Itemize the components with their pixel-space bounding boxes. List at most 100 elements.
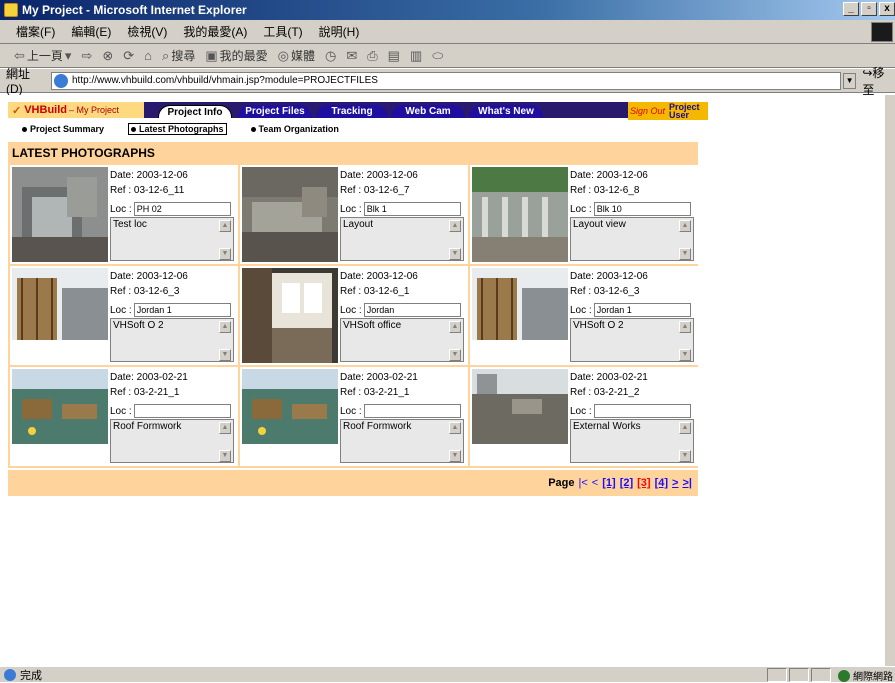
subnav-project-summary[interactable]: Project Summary <box>22 123 104 135</box>
textarea-scrollbar[interactable]: ▲ ▼ <box>679 220 691 260</box>
menu-edit[interactable]: 編輯(E) <box>69 22 113 41</box>
signout-link[interactable]: Sign Out <box>630 106 665 116</box>
loc-input[interactable] <box>593 404 691 418</box>
user-link[interactable]: User <box>669 111 700 120</box>
photo-description-textarea[interactable]: Layout view ▲ ▼ <box>570 217 694 261</box>
textarea-scrollbar[interactable]: ▲ ▼ <box>449 422 461 462</box>
mail-icon[interactable]: ✉ <box>346 48 357 64</box>
scroll-down-icon[interactable]: ▼ <box>449 248 461 260</box>
textarea-scrollbar[interactable]: ▲ ▼ <box>219 220 231 260</box>
photo-description-textarea[interactable]: Layout ▲ ▼ <box>340 217 464 261</box>
photo-thumbnail[interactable] <box>12 268 108 363</box>
subnav-team-organization[interactable]: Team Organization <box>250 123 339 135</box>
photo-description-textarea[interactable]: VHSoft O 2 ▲ ▼ <box>570 318 694 362</box>
tab-project-files[interactable]: Project Files <box>238 105 312 118</box>
last-page-link[interactable]: >| <box>682 477 692 489</box>
scroll-down-icon[interactable]: ▼ <box>219 450 231 462</box>
history-icon[interactable]: ◷ <box>325 48 336 64</box>
media-button[interactable]: ◎ 媒體 <box>278 47 315 64</box>
home-icon[interactable]: ⌂ <box>144 48 152 63</box>
scroll-up-icon[interactable]: ▲ <box>449 220 461 232</box>
photo-description-textarea[interactable]: Roof Formwork ▲ ▼ <box>110 419 234 463</box>
photo-thumbnail[interactable] <box>472 268 568 363</box>
menu-tools[interactable]: 工具(T) <box>261 22 304 41</box>
scroll-up-icon[interactable]: ▲ <box>219 321 231 333</box>
textarea-scrollbar[interactable]: ▲ ▼ <box>679 422 691 462</box>
scroll-down-icon[interactable]: ▼ <box>679 248 691 260</box>
tab-web-cam[interactable]: Web Cam <box>391 105 465 118</box>
print-icon[interactable]: ⎙ <box>367 48 377 64</box>
maximize-button[interactable]: ▫ <box>861 2 877 16</box>
loc-input[interactable]: PH 02 <box>133 202 231 216</box>
photo-thumbnail[interactable] <box>242 268 338 363</box>
refresh-icon[interactable]: ⟳ <box>123 48 134 64</box>
photo-thumbnail[interactable] <box>472 369 568 464</box>
photo-description-textarea[interactable]: Roof Formwork ▲ ▼ <box>340 419 464 463</box>
page-scrollbar[interactable] <box>885 95 895 666</box>
first-page-link[interactable]: |< <box>579 477 588 489</box>
loc-input[interactable]: Blk 1 <box>363 202 461 216</box>
photo-description-textarea[interactable]: VHSoft O 2 ▲ ▼ <box>110 318 234 362</box>
menu-favorites[interactable]: 我的最愛(A) <box>181 22 249 41</box>
photo-description-textarea[interactable]: VHSoft office ▲ ▼ <box>340 318 464 362</box>
tab-tracking[interactable]: Tracking <box>316 105 388 118</box>
menu-view[interactable]: 檢視(V) <box>125 22 169 41</box>
loc-input[interactable]: Jordan 1 <box>593 303 691 317</box>
subnav-latest-photographs[interactable]: Latest Photographs <box>128 123 227 135</box>
edit-icon[interactable]: ▤ <box>388 48 400 64</box>
scroll-up-icon[interactable]: ▲ <box>219 220 231 232</box>
scroll-down-icon[interactable]: ▼ <box>219 248 231 260</box>
photo-thumbnail[interactable] <box>12 167 108 262</box>
textarea-scrollbar[interactable]: ▲ ▼ <box>679 321 691 361</box>
loc-input[interactable] <box>363 404 461 418</box>
search-button[interactable]: ⌕ 搜尋 <box>162 47 195 64</box>
minimize-button[interactable]: _ <box>843 2 859 16</box>
close-button[interactable]: x <box>879 2 895 16</box>
page-link-1[interactable]: [1] <box>602 477 615 489</box>
page-link-2[interactable]: [2] <box>620 477 633 489</box>
photo-description-textarea[interactable]: External Works ▲ ▼ <box>570 419 694 463</box>
loc-input[interactable]: Jordan 1 <box>133 303 231 317</box>
address-input[interactable]: http://www.vhbuild.com/vhbuild/vhmain.js… <box>50 71 841 90</box>
menu-file[interactable]: 檔案(F) <box>14 22 57 41</box>
photo-description-textarea[interactable]: Test loc ▲ ▼ <box>110 217 234 261</box>
prev-page-link[interactable]: < <box>592 477 598 489</box>
favorites-button[interactable]: ▣ 我的最愛 <box>205 47 267 64</box>
scroll-up-icon[interactable]: ▲ <box>679 321 691 333</box>
scroll-up-icon[interactable]: ▲ <box>679 422 691 434</box>
loc-input[interactable]: Blk 10 <box>593 202 691 216</box>
scroll-down-icon[interactable]: ▼ <box>449 450 461 462</box>
textarea-scrollbar[interactable]: ▲ ▼ <box>449 220 461 260</box>
page-link-4[interactable]: [4] <box>655 477 668 489</box>
scroll-down-icon[interactable]: ▼ <box>679 349 691 361</box>
tab-whats-new[interactable]: What's New <box>469 105 543 118</box>
forward-arrow-icon[interactable]: ⇨ <box>81 48 92 64</box>
photo-thumbnail[interactable] <box>242 369 338 464</box>
scroll-down-icon[interactable]: ▼ <box>679 450 691 462</box>
textarea-scrollbar[interactable]: ▲ ▼ <box>449 321 461 361</box>
scroll-up-icon[interactable]: ▲ <box>219 422 231 434</box>
textarea-scrollbar[interactable]: ▲ ▼ <box>219 422 231 462</box>
photo-thumbnail[interactable] <box>472 167 568 262</box>
stop-icon[interactable]: ⊗ <box>102 48 113 64</box>
scroll-down-icon[interactable]: ▼ <box>449 349 461 361</box>
textarea-scrollbar[interactable]: ▲ ▼ <box>219 321 231 361</box>
tab-project-info[interactable]: Project Info <box>158 105 232 118</box>
page-link-3[interactable]: [3] <box>637 477 650 489</box>
back-button[interactable]: ⇦ 上一頁 ▾ <box>14 47 71 64</box>
scroll-up-icon[interactable]: ▲ <box>679 220 691 232</box>
messenger-icon[interactable]: ⬭ <box>432 48 443 64</box>
menu-help[interactable]: 說明(H) <box>317 22 362 41</box>
loc-input[interactable] <box>133 404 231 418</box>
photo-thumbnail[interactable] <box>242 167 338 262</box>
loc-input[interactable]: Jordan <box>363 303 461 317</box>
scroll-up-icon[interactable]: ▲ <box>449 422 461 434</box>
scroll-up-icon[interactable]: ▲ <box>449 321 461 333</box>
next-page-link[interactable]: > <box>672 477 678 489</box>
scroll-down-icon[interactable]: ▼ <box>219 349 231 361</box>
go-button[interactable]: ↪移至 <box>862 64 895 98</box>
discuss-icon[interactable]: ▥ <box>410 48 422 64</box>
go-label: 移至 <box>862 65 885 97</box>
photo-thumbnail[interactable] <box>12 369 108 464</box>
address-dropdown-icon[interactable]: ▼ <box>842 72 857 89</box>
